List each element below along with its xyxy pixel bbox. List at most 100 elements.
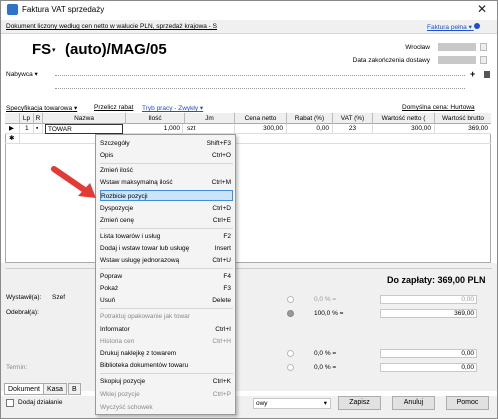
table-row[interactable]: ▶ 1 ▪ TOWAR 1,000 szt 300,00 0,00 23 300… xyxy=(5,124,491,134)
payment-radio[interactable] xyxy=(287,350,294,357)
menu-item-delete[interactable]: Usuń Delete xyxy=(100,295,233,306)
document-series[interactable]: FS xyxy=(32,41,51,58)
payment-amount[interactable]: 0,00 xyxy=(380,363,477,372)
menu-item-copy-positions[interactable]: Skopiuj pozycje Ctrl+K xyxy=(100,376,233,387)
menu-item-change-price[interactable]: Zmień cenę Ctrl+E xyxy=(100,215,233,226)
cancel-button[interactable]: Anuluj xyxy=(392,396,435,410)
save-button[interactable]: Zapisz xyxy=(338,396,381,410)
grid-scrollbar[interactable] xyxy=(6,268,492,269)
menu-item-edit[interactable]: Popraw F4 xyxy=(100,271,233,282)
menu-item-paste-positions[interactable]: Wklej pozycje Ctrl+P xyxy=(100,389,233,400)
issue-place-label: Wrocław xyxy=(405,44,430,51)
chevron-down-icon: ▾ xyxy=(73,105,78,112)
help-button[interactable]: Pomoc xyxy=(446,396,489,410)
tab-other[interactable]: B xyxy=(68,383,81,395)
issued-by-label: Wystawił(a): xyxy=(6,294,42,301)
document-number[interactable]: (auto)/MAG/05 xyxy=(65,41,167,58)
specification-dropdown[interactable]: Specyfikacja towarowa ▾ xyxy=(6,104,77,112)
current-row-icon: ▶ xyxy=(9,124,20,134)
full-invoice-link[interactable]: Faktura pełna ▾ xyxy=(427,23,480,31)
cell-name[interactable]: TOWAR xyxy=(45,124,123,134)
column-header[interactable]: Nazwa xyxy=(43,113,126,124)
amount-to-pay: Do zapłaty: 369,00 PLN xyxy=(387,275,486,285)
column-header[interactable]: Cena netto xyxy=(235,113,287,124)
chevron-down-icon: ▾ xyxy=(34,71,38,78)
buyer-address-line xyxy=(55,88,465,89)
menu-item-details[interactable]: Szczegóły Shift+F3 xyxy=(100,138,233,149)
menu-item-price-history[interactable]: Historia cen Ctrl+H xyxy=(100,336,233,347)
buyer-field[interactable] xyxy=(55,75,465,76)
cell-quantity[interactable]: 1,000 xyxy=(126,124,183,134)
menu-item-print-label[interactable]: Drukuj naklejkę z towarem xyxy=(100,348,233,359)
menu-item-informator[interactable]: Informator Ctrl+I xyxy=(100,324,233,335)
chevron-down-icon: ▾ xyxy=(468,24,472,31)
issue-place-field[interactable] xyxy=(438,43,476,51)
chevron-down-icon: ▾ xyxy=(199,105,204,112)
menu-item-change-quantity[interactable]: Zmień ilość xyxy=(100,165,233,176)
column-header[interactable]: Wartość brutto xyxy=(435,113,491,124)
column-header[interactable]: VAT (%) xyxy=(333,113,373,124)
document-type-link[interactable]: Dokument liczony według cen netto w walu… xyxy=(6,23,217,30)
payment-amount[interactable]: 0,00 xyxy=(380,349,477,358)
menu-item-treat-packaging[interactable]: Potraktuj opakowanie jak towar xyxy=(100,311,233,322)
menu-item-dispositions[interactable]: Dyspozycje Ctrl+D xyxy=(100,203,233,214)
payment-radio[interactable] xyxy=(287,364,294,371)
payment-percent: 0,0 % = xyxy=(314,350,337,357)
buyer-label[interactable]: Nabywca ▾ xyxy=(6,70,38,78)
cell-discount[interactable]: 0,00 xyxy=(287,124,333,134)
menu-item-insert-one-time-service[interactable]: Wstaw usługę jednorazową Ctrl+U xyxy=(100,255,233,266)
menu-item-split-position[interactable]: Rozbicie pozycji xyxy=(100,190,233,201)
delivery-date-label: Data zakończenia dostawy xyxy=(352,57,430,64)
add-buyer-icon[interactable]: + xyxy=(470,69,475,79)
app-icon xyxy=(7,4,18,15)
payment-percent: 100,0 % = xyxy=(314,310,344,317)
red-arrow-icon xyxy=(51,166,96,198)
buyer-details-icon[interactable] xyxy=(484,71,490,78)
column-header[interactable]: Wartość netto ( xyxy=(373,113,435,124)
menu-item-show[interactable]: Pokaż F3 xyxy=(100,283,233,294)
window-title: Faktura VAT sprzedaży xyxy=(22,5,105,14)
new-row[interactable]: ✱ xyxy=(5,134,491,144)
issued-by-value[interactable]: Szef xyxy=(52,294,65,301)
column-header[interactable]: Rabat (%) xyxy=(287,113,333,124)
status-combo[interactable]: owy ▾ xyxy=(253,398,331,409)
recalc-discount-link[interactable]: Przelicz rabat xyxy=(94,104,133,111)
cell-net-price[interactable]: 300,00 xyxy=(235,124,287,134)
menu-item-clear-clipboard[interactable]: Wyczyść schowek xyxy=(100,402,233,413)
payment-radio[interactable] xyxy=(287,310,294,317)
info-icon xyxy=(473,23,480,29)
column-header[interactable]: R xyxy=(34,113,43,124)
add-action-checkbox[interactable] xyxy=(6,399,14,407)
delivery-date-field[interactable] xyxy=(438,56,476,64)
cell-unit[interactable]: szt xyxy=(185,124,235,134)
cell-gross-value[interactable]: 369,00 xyxy=(435,124,491,134)
row-marker-icon: ▪ xyxy=(36,124,43,134)
calendar-icon[interactable] xyxy=(480,43,487,51)
work-mode-dropdown[interactable]: Tryb pracy - Zwykły ▾ xyxy=(142,104,203,112)
menu-item-goods-list[interactable]: Lista towarów i usług F2 xyxy=(100,231,233,242)
series-dropdown-icon[interactable]: ▾ xyxy=(52,46,56,54)
payment-amount[interactable]: 0,00 xyxy=(380,295,477,304)
payment-radio[interactable] xyxy=(287,296,294,303)
payment-percent: 0,0 % = xyxy=(314,364,337,371)
column-header[interactable]: Ilość xyxy=(126,113,185,124)
column-header[interactable] xyxy=(5,113,20,124)
menu-item-add-insert-goods[interactable]: Dodaj i wstaw towar lub usługę Insert xyxy=(100,243,233,254)
menu-item-description[interactable]: Opis Ctrl+O xyxy=(100,150,233,161)
cell-vat[interactable]: 23 xyxy=(333,124,373,134)
calendar-icon[interactable] xyxy=(480,56,487,64)
default-price-link[interactable]: Domyślna cena: Hurtowa xyxy=(402,104,475,111)
term-label: Termin: xyxy=(6,364,28,371)
cell-net-value[interactable]: 300,00 xyxy=(373,124,435,134)
tab-cash[interactable]: Kasa xyxy=(43,383,67,395)
add-action-label: Dodaj działanie xyxy=(18,399,63,406)
received-by-label: Odebrał(a): xyxy=(6,309,39,316)
close-icon[interactable]: ✕ xyxy=(477,2,487,16)
menu-item-goods-doc-library[interactable]: Biblioteka dokumentów towaru xyxy=(100,360,233,371)
column-header[interactable]: Lp xyxy=(20,113,34,124)
payment-amount[interactable]: 369,00 xyxy=(380,309,477,318)
chevron-down-icon: ▾ xyxy=(323,400,327,407)
menu-item-insert-max-quantity[interactable]: Wstaw maksymalną ilość Ctrl+M xyxy=(100,177,233,188)
column-header[interactable]: Jm xyxy=(185,113,235,124)
tab-document[interactable]: Dokument xyxy=(4,383,44,395)
